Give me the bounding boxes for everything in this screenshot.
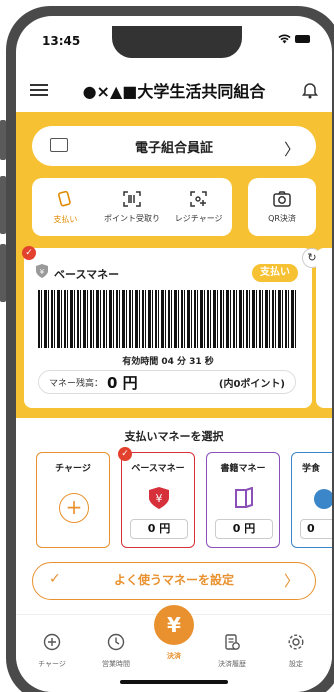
member-card-label: 電子組合員証 <box>134 140 213 156</box>
payment-panel: 電子組合員証 〉 支払い ポイント受取り レジチャージ QR決済 ✓ ¥ ベース… <box>16 112 332 418</box>
yen-icon: ¥ <box>154 605 194 645</box>
chevron-right-icon: 〉 <box>283 572 299 590</box>
balance-bar: マネー残高： 0 円 (内0ポイント) <box>38 370 296 394</box>
home-indicator <box>120 680 228 684</box>
member-card-button[interactable]: 電子組合員証 〉 <box>32 126 316 166</box>
action-group: 支払い ポイント受取り レジチャージ <box>32 178 232 236</box>
barcode-scan-icon <box>123 190 141 207</box>
tab-label: 営業時間 <box>102 660 130 668</box>
set-favorite-money-button[interactable]: ✓ よく使うマネーを設定 〉 <box>32 562 316 600</box>
cafeteria-icon <box>314 489 332 509</box>
select-money-title: 支払いマネーを選択 <box>124 430 224 443</box>
pay-pill-label: 支払い <box>260 267 290 278</box>
camera-icon <box>273 190 291 207</box>
chevron-right-icon: 〉 <box>283 140 300 159</box>
plus-circle-icon: + <box>59 493 89 523</box>
action-point-label: ポイント受取り <box>104 213 160 223</box>
tab-label: 決済 <box>167 652 181 660</box>
balance-label: マネー残高： <box>49 378 104 389</box>
receipt-icon <box>225 634 240 650</box>
bell-icon[interactable] <box>302 81 318 99</box>
tab-label: 決済履歴 <box>218 660 246 668</box>
svg-text:¥: ¥ <box>40 268 45 276</box>
money-card-charge[interactable]: チャージ + <box>36 452 110 548</box>
qr-pay-button[interactable]: QR決済 <box>248 178 316 236</box>
money-card-cafeteria[interactable]: 学食 0 <box>291 452 332 548</box>
phone-notch <box>112 26 242 58</box>
check-icon: ✓ <box>118 447 132 461</box>
plus-circle-icon <box>43 633 61 651</box>
tab-hours[interactable]: 営業時間 <box>86 633 146 669</box>
action-register-charge[interactable]: レジチャージ <box>165 178 232 236</box>
money-card-base[interactable]: ✓ ベースマネー ¥ 0 円 <box>118 447 195 548</box>
wifi-icon <box>278 34 291 44</box>
app-header: ●×▲■大学生活共同組合 <box>16 68 332 112</box>
shield-icon: ¥ <box>149 487 169 509</box>
money-selector: チャージ + ✓ ベースマネー ¥ 0 円 書籍マネー 0 円 学食 0 <box>36 447 332 552</box>
payment-code-card: ✓ ¥ ベースマネー 支払い ↻ 有効時間 04 分 31 秒 マネー残高： 0… <box>22 246 322 408</box>
status-icons <box>278 34 310 44</box>
clock-icon <box>107 633 125 651</box>
action-pay[interactable]: 支払い <box>32 178 99 236</box>
phone-frame: 13:45 ●×▲■大学生活共同組合 電子組合員証 〉 支払い ポイント受取り … <box>6 6 334 692</box>
tab-settings[interactable]: 設定 <box>266 633 326 669</box>
battery-icon <box>295 35 310 43</box>
action-pay-label: 支払い <box>53 214 78 224</box>
shield-icon: ¥ <box>36 264 48 278</box>
money-card-value: 0 円 <box>215 519 273 539</box>
app-screen: 13:45 ●×▲■大学生活共同組合 電子組合員証 〉 支払い ポイント受取り … <box>16 16 332 692</box>
money-card-title: 書籍マネー <box>220 464 266 474</box>
money-card-title: ベースマネー <box>131 464 185 474</box>
next-card-peek[interactable] <box>316 248 332 408</box>
tab-charge[interactable]: チャージ <box>22 633 82 669</box>
status-time: 13:45 <box>42 34 81 48</box>
qr-pay-label: QR決済 <box>268 213 296 223</box>
money-card-title: チャージ <box>55 464 91 474</box>
money-card-value: 0 円 <box>130 519 188 539</box>
screen: 13:45 ●×▲■大学生活共同組合 電子組合員証 〉 支払い ポイント受取り … <box>0 0 334 692</box>
action-point-receive[interactable]: ポイント受取り <box>99 178 166 236</box>
check-icon: ✓ <box>22 246 36 260</box>
menu-icon[interactable] <box>30 84 48 96</box>
tab-label: チャージ <box>38 660 66 668</box>
page-title: ●×▲■大学生活共同組合 <box>82 82 266 101</box>
pay-pill: 支払い <box>252 264 298 282</box>
wallet-icon <box>58 190 72 206</box>
tab-history[interactable]: 決済履歴 <box>202 633 262 669</box>
balance-value: 0 円 <box>107 373 138 392</box>
svg-text:¥: ¥ <box>156 492 163 505</box>
action-charge-label: レジチャージ <box>174 213 223 223</box>
money-name: ベースマネー <box>54 268 120 281</box>
money-card-title: 学食 <box>302 464 321 474</box>
tab-payment[interactable]: ¥ 決済 <box>144 605 204 661</box>
favorite-label: よく使うマネーを設定 <box>113 573 234 587</box>
tab-label: 設定 <box>289 660 303 668</box>
balance-points: (内0ポイント) <box>218 378 285 390</box>
charge-icon <box>189 190 207 207</box>
payment-barcode <box>38 290 296 348</box>
valid-time: 有効時間 04 分 31 秒 <box>122 357 214 367</box>
id-card-icon <box>50 138 68 152</box>
money-card-books[interactable]: 書籍マネー 0 円 <box>206 452 280 548</box>
gear-icon <box>288 634 304 650</box>
money-card-value: 0 <box>300 519 332 539</box>
book-icon <box>235 487 253 508</box>
